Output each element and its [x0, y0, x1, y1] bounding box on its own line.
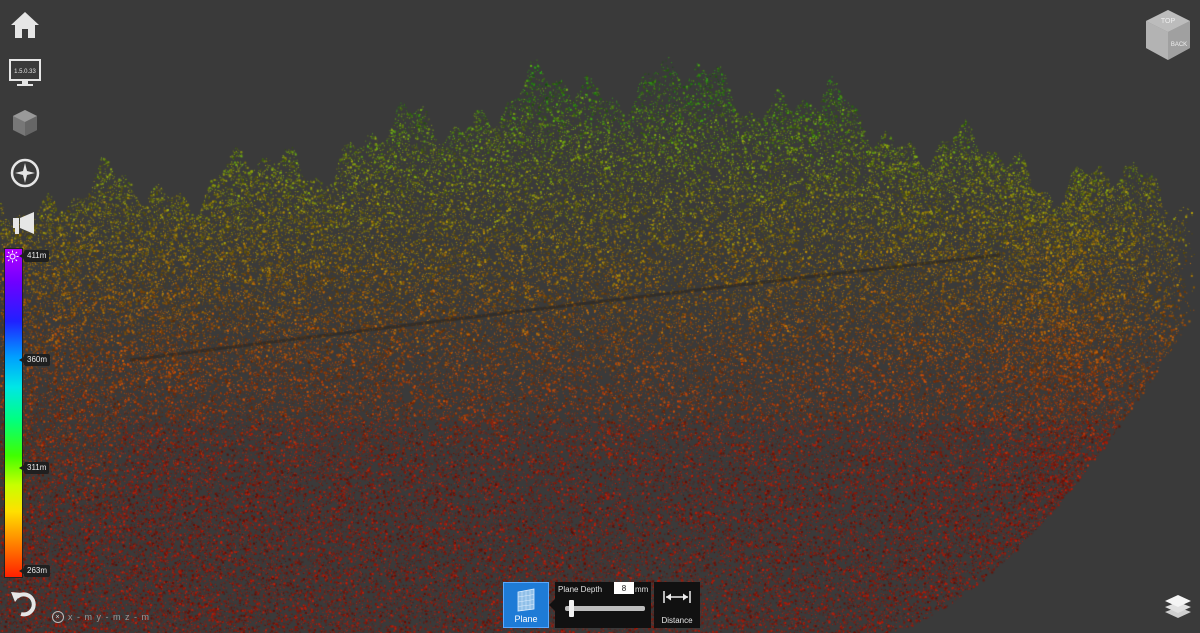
megaphone-icon [13, 212, 34, 234]
sun-icon[interactable] [6, 250, 19, 263]
point-cloud-viewport[interactable] [0, 0, 1200, 633]
point-cloud-canvas[interactable] [0, 0, 1200, 633]
distance-measure-icon [663, 591, 691, 603]
plane-depth-panel: Plane Depth mm [555, 582, 651, 628]
version-label: 1.5.0.33 [14, 69, 36, 75]
home-button[interactable] [6, 6, 44, 44]
distance-tool-label: Distance [661, 616, 693, 625]
plane-depth-title: Plane Depth [558, 585, 603, 594]
cube-icon [13, 110, 37, 136]
elevation-gradient-bar [4, 248, 23, 578]
compass-icon [10, 158, 40, 188]
distance-tool-button[interactable]: Distance [654, 582, 700, 628]
home-icon [11, 12, 39, 38]
view-cube-icon: TOP BACK [1146, 10, 1190, 60]
plane-depth-slider-handle[interactable] [569, 600, 574, 617]
elevation-tick: 360m [18, 354, 51, 366]
elevation-tick-min: 263m [18, 565, 51, 577]
elevation-tick-max: 411m [18, 250, 50, 262]
plane-grid-icon [517, 588, 535, 612]
plane-depth-unit: mm [635, 585, 649, 594]
undo-arrow-icon [11, 592, 36, 617]
display-button[interactable]: 1.5.0.33 [6, 54, 44, 92]
plane-tool-button[interactable]: Plane [503, 582, 549, 628]
navcube-top-label: TOP [1161, 18, 1176, 25]
elevation-tick: 311m [18, 462, 50, 474]
plane-depth-slider[interactable] [565, 600, 645, 617]
layers-button[interactable] [1162, 590, 1194, 622]
close-coordinates-icon[interactable]: × [52, 611, 64, 623]
layers-icon [1165, 595, 1191, 618]
navigation-cube[interactable]: TOP BACK [1142, 8, 1194, 64]
coordinates-text: x - m y - m z - m [68, 612, 150, 622]
elevation-color-scale: 411m 360m 311m 263m [2, 248, 51, 578]
plane-tool-label: Plane [514, 614, 538, 624]
monitor-icon: 1.5.0.33 [9, 59, 41, 86]
cursor-coordinates: × x - m y - m z - m [52, 610, 150, 624]
navcube-side-label: BACK [1171, 42, 1187, 48]
reset-view-button[interactable] [6, 586, 42, 620]
view-box-button[interactable] [6, 104, 44, 142]
plane-depth-input[interactable] [614, 582, 634, 594]
compass-button[interactable] [6, 154, 44, 192]
announce-button[interactable] [6, 204, 44, 242]
